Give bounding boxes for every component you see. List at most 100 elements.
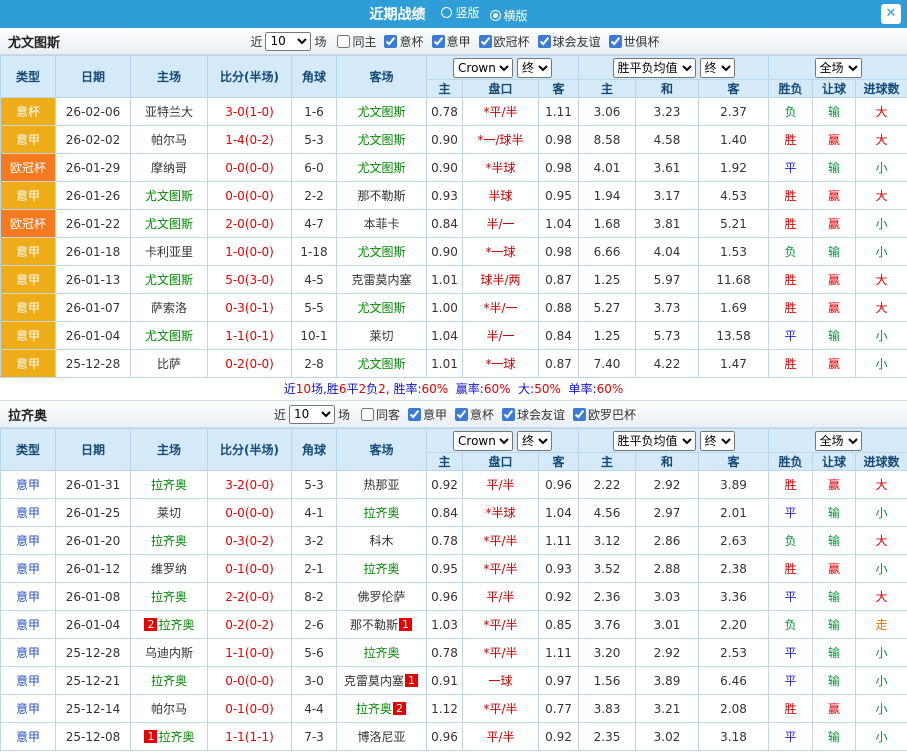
mean-away-odds: 2.20	[698, 610, 770, 639]
scope-select[interactable]: 全场	[814, 57, 862, 78]
team-name[interactable]: 尤文图斯	[8, 32, 60, 51]
team-link[interactable]: 克雷莫内塞	[344, 674, 404, 688]
odds-company-select[interactable]: Crown	[453, 430, 514, 451]
team-link[interactable]: 尤文图斯	[357, 245, 405, 259]
handicap-line: 半球	[462, 181, 539, 210]
filter-checkbox[interactable]: 世俱杯	[608, 33, 660, 50]
mean-final-select[interactable]: 终	[699, 57, 735, 78]
team-link[interactable]: 尤文图斯	[145, 217, 193, 231]
team-link[interactable]: 佛罗伦萨	[357, 590, 405, 604]
team-link[interactable]: 亚特兰大	[145, 105, 193, 119]
filter-checkbox-input[interactable]	[608, 34, 622, 48]
team-link[interactable]: 克雷莫内塞	[351, 273, 411, 287]
filter-checkbox-input[interactable]	[455, 407, 468, 421]
filter-checkbox-input[interactable]	[384, 34, 398, 48]
filter-checkbox[interactable]: 意杯	[455, 406, 494, 423]
match-count-select[interactable]: 10	[288, 404, 335, 424]
home-team: 1 拉齐奥	[130, 722, 208, 751]
result-goals: 大	[855, 526, 907, 555]
team-link[interactable]: 拉齐奥	[151, 534, 187, 548]
filter-checkbox[interactable]: 球会友谊	[502, 406, 565, 423]
layout-radio-vertical[interactable]: 竖版	[441, 4, 480, 21]
mean-odds-select[interactable]: 胜平负均值	[612, 430, 696, 451]
filter-checkbox[interactable]: 球会友谊	[537, 33, 601, 50]
result-outcome: 胜	[768, 554, 814, 583]
team-link[interactable]: 博洛尼亚	[357, 730, 405, 744]
filter-checkbox-input[interactable]	[537, 34, 551, 48]
team-link[interactable]: 帕尔马	[151, 702, 187, 716]
team-name[interactable]: 拉齐奥	[8, 405, 47, 424]
mean-odds-select[interactable]: 胜平负均值	[612, 57, 696, 78]
odds-final-select[interactable]: 终	[517, 430, 553, 451]
league-type-cell: 意甲	[0, 554, 56, 583]
team-link[interactable]: 萨索洛	[151, 301, 187, 315]
team-link[interactable]: 维罗纳	[151, 562, 187, 576]
mean-draw-odds: 4.22	[635, 349, 700, 378]
team-link[interactable]: 拉齐奥	[356, 702, 392, 716]
team-link[interactable]: 尤文图斯	[357, 161, 405, 175]
result-goals: 小	[855, 722, 907, 751]
filter-checkbox-input[interactable]	[407, 407, 421, 421]
team-link[interactable]: 尤文图斯	[145, 329, 193, 343]
team-link[interactable]: 拉齐奥	[151, 478, 187, 492]
team-link[interactable]: 科木	[369, 534, 393, 548]
mean-draw-odds: 2.97	[635, 498, 700, 527]
team-link[interactable]: 那不勒斯	[350, 618, 398, 632]
team-link[interactable]: 拉齐奥	[363, 506, 399, 520]
filter-checkbox[interactable]: 意杯	[384, 33, 424, 50]
team-link[interactable]: 乌迪内斯	[145, 646, 193, 660]
match-score: 0-2(0-2)	[207, 610, 292, 639]
team-link[interactable]: 尤文图斯	[357, 133, 405, 147]
team-link[interactable]: 莱切	[157, 506, 181, 520]
corner-score: 10-1	[291, 321, 337, 350]
filter-checkbox-input[interactable]	[502, 407, 516, 421]
layout-radio-horizontal[interactable]: 横版	[489, 7, 528, 24]
team-link[interactable]: 本菲卡	[363, 217, 399, 231]
mean-final-select[interactable]: 终	[699, 430, 735, 451]
handicap-line: 半/一	[462, 321, 539, 350]
filter-checkbox[interactable]: 欧罗巴杯	[573, 406, 636, 423]
filter-checkbox[interactable]: 欧冠杯	[478, 33, 530, 50]
filter-checkbox-input[interactable]	[337, 34, 351, 48]
asian-odds-home: 1.01	[426, 265, 463, 294]
filter-checkbox-input[interactable]	[360, 407, 374, 421]
team-link[interactable]: 尤文图斯	[357, 105, 405, 119]
team-link[interactable]: 拉齐奥	[158, 618, 194, 632]
team-link[interactable]: 卡利亚里	[145, 245, 193, 259]
result-outcome: 负	[768, 97, 814, 126]
team-link[interactable]: 莱切	[369, 329, 393, 343]
filter-checkbox-input[interactable]	[431, 34, 445, 48]
team-link[interactable]: 尤文图斯	[145, 189, 193, 203]
team-link[interactable]: 拉齐奥	[151, 674, 187, 688]
home-team: 乌迪内斯	[130, 638, 208, 667]
team-link[interactable]: 热那亚	[363, 478, 399, 492]
filter-checkbox-input[interactable]	[478, 34, 492, 48]
table-row: 欧冠杯 26-01-29 摩纳哥 0-0(0-0) 6-0 尤文图斯 0.90 *半球 0.98…	[0, 153, 907, 182]
filter-checkbox[interactable]: 意甲	[431, 33, 471, 50]
filter-checkbox[interactable]: 同主	[337, 33, 376, 50]
team-link[interactable]: 拉齐奥	[151, 590, 187, 604]
team-link[interactable]: 拉齐奥	[363, 562, 399, 576]
team-link[interactable]: 拉齐奥	[158, 730, 194, 744]
team-link[interactable]: 尤文图斯	[145, 273, 193, 287]
team-link[interactable]: 比萨	[157, 357, 181, 371]
close-button[interactable]: ✕	[881, 4, 901, 24]
team-link[interactable]: 拉齐奥	[363, 646, 399, 660]
match-count-select[interactable]: 10	[265, 31, 312, 51]
odds-final-select[interactable]: 终	[517, 57, 553, 78]
team-link[interactable]: 尤文图斯	[357, 357, 405, 371]
team-link[interactable]: 摩纳哥	[151, 161, 187, 175]
filter-checkbox-input[interactable]	[573, 407, 587, 421]
filter-checkbox[interactable]: 同客	[360, 406, 400, 423]
league-type-cell: 意甲	[0, 610, 56, 639]
handicap-line: *平/半	[462, 554, 539, 583]
asian-odds-away: 0.95	[537, 181, 580, 210]
filter-checkbox[interactable]: 意甲	[407, 406, 447, 423]
team-link[interactable]: 尤文图斯	[357, 301, 405, 315]
team-link[interactable]: 那不勒斯	[357, 189, 405, 203]
odds-company-select[interactable]: Crown	[453, 57, 514, 78]
scope-select[interactable]: 全场	[814, 430, 862, 451]
team-link[interactable]: 帕尔马	[151, 133, 187, 147]
team-stats-sections: 尤文图斯近 10 场同主 意杯 意甲 欧冠杯 球会友谊 世俱杯 类型 日期 主场 比分(半场) 角球 客场…	[0, 28, 907, 751]
match-score: 1-4(0-2)	[207, 125, 292, 154]
